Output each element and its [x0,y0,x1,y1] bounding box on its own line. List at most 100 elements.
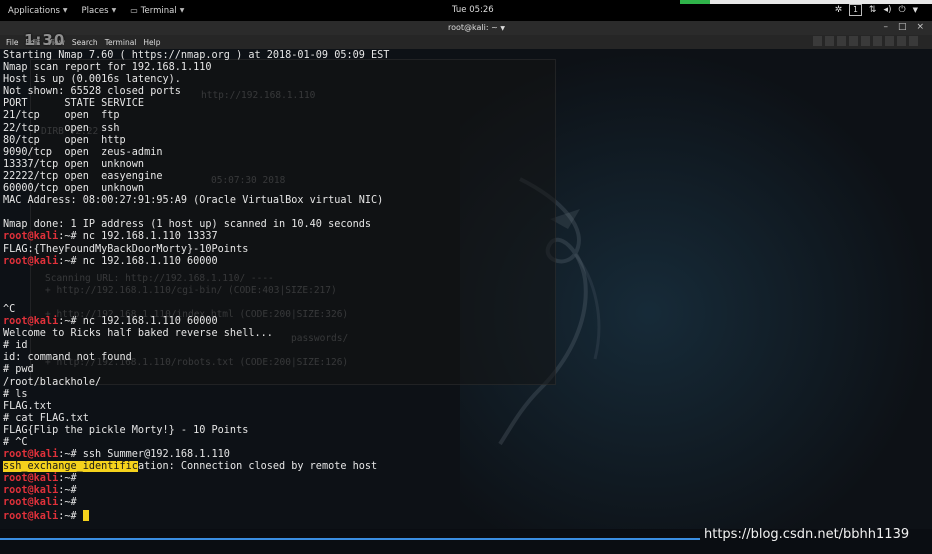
line-text: 21/tcp open ftp [3,110,120,122]
terminal-line: Not shown: 65528 closed ports [3,86,389,98]
video-seek-bar[interactable] [0,538,700,540]
line-text: :~# ssh Summer@192.168.1.110 [58,449,230,461]
terminal-line: # ls [3,389,389,401]
minimize-icon[interactable]: – [883,22,888,32]
line-text: Nmap scan report for 192.168.1.110 [3,62,212,74]
line-text: :~# [58,510,83,522]
terminal-line: root@kali:~# nc 192.168.1.110 60000 [3,256,389,268]
system-tray: ✲ 1 ⇅ ◂) ⏻ ▼ [835,4,918,16]
line-text: # cat FLAG.txt [3,412,89,424]
line-text: ^C [3,303,16,315]
line-text: :~# [58,485,77,497]
line-text: 60000/tcp open unknown [3,183,145,195]
accessibility-icon[interactable]: ✲ [835,5,843,15]
terminal-app-icon: ▭ [130,6,138,15]
volume-icon[interactable]: ◂) [883,5,891,15]
terminal-menu[interactable]: ▭ Terminal ▼ [130,6,184,16]
menu-file[interactable]: File [6,38,19,47]
menu-help[interactable]: Help [143,38,160,47]
line-text: :~# [58,497,77,509]
applications-menu[interactable]: Applications ▼ [8,6,68,16]
window-title: root@kali: ~ ▼ [448,23,505,32]
line-text: # pwd [3,364,34,376]
line-text: :~# nc 192.168.1.110 60000 [58,255,218,267]
terminal-line: MAC Address: 08:00:27:91:95:A9 (Oracle V… [3,195,389,207]
terminal-line: Nmap scan report for 192.168.1.110 [3,62,389,74]
terminal-line: 21/tcp open ftp [3,110,389,122]
workspace-indicator[interactable]: 1 [849,4,862,16]
line-text: FLAG:{TheyFoundMyBackDoorMorty}-10Points [3,243,249,255]
terminal-line: ssh_exchange_identification: Connection … [3,461,389,473]
terminal-line: root@kali:~# nc 192.168.1.110 13337 [3,231,389,243]
selected-text: ssh_exchange_identific [3,461,138,473]
line-text: # id [3,340,28,352]
maximize-icon[interactable]: □ [898,22,907,32]
chevron-down-icon: ▼ [111,7,117,14]
menu-search[interactable]: Search [72,38,98,47]
terminal-menubar: File Edit View Search Terminal Help [0,35,932,49]
terminal-line: PORT STATE SERVICE [3,98,389,110]
terminal-line: ^C [3,304,389,316]
line-text: :~# nc 192.168.1.110 13337 [58,231,218,243]
line-text: Starting Nmap 7.60 ( https://nmap.org ) … [3,50,390,61]
chevron-down-icon[interactable]: ▼ [500,25,505,32]
line-text: Welcome to Ricks half baked reverse shel… [3,328,273,340]
line-text: :~# nc 192.168.1.110 60000 [58,316,218,328]
terminal-label: Terminal [140,5,177,16]
terminal-line: Nmap done: 1 IP address (1 host up) scan… [3,219,389,231]
watermark: https://blog.csdn.net/bbhh1139 [704,527,910,542]
close-icon[interactable]: × [916,22,924,32]
terminal-line: root@kali:~# [3,497,389,509]
terminal-line: Welcome to Ricks half baked reverse shel… [3,328,389,340]
line-text: id: command not found [3,352,132,364]
chevron-down-icon: ▼ [62,7,68,14]
terminal-line: # cat FLAG.txt [3,413,389,425]
line-text: # ^C [3,437,28,448]
line-text: Nmap done: 1 IP address (1 host up) scan… [3,219,372,231]
terminal-line: 22/tcp open ssh [3,123,389,135]
line-text: ation: Connection closed by remote host [137,461,378,473]
chevron-down-icon[interactable]: ▼ [913,6,918,14]
shell-prompt: root@kali [3,316,59,328]
places-menu[interactable]: Places ▼ [82,6,117,16]
window-title-text: root@kali: ~ [448,23,498,32]
window-titlebar: root@kali: ~ ▼ – □ × [0,21,932,35]
terminal-line: 80/tcp open http [3,135,389,147]
line-text: MAC Address: 08:00:27:91:95:A9 (Oracle V… [3,195,384,207]
video-timer-overlay: 1:30 [24,31,66,49]
line-text: 80/tcp open http [3,134,126,146]
terminal-line: 9090/tcp open zeus-admin [3,147,389,159]
terminal-line: root@kali:~# [3,509,389,522]
shell-prompt: root@kali [3,449,59,461]
shell-prompt: root@kali [3,231,59,243]
video-progress-strip [680,0,932,4]
terminal-line: /root/blackhole/ [3,377,389,389]
line-text: /root/blackhole/ [3,376,102,388]
power-icon[interactable]: ⏻ [898,5,905,15]
terminal-line: 13337/tcp open unknown [3,159,389,171]
terminal-view[interactable]: http://192.168.1.110 DIRB v2.22 05:07:30… [0,49,932,529]
line-text: FLAG{Flip the pickle Morty!} - 10 Points [3,424,249,436]
ghost-toolbar [813,36,918,46]
terminal-line: 60000/tcp open unknown [3,183,389,195]
terminal-line: Starting Nmap 7.60 ( https://nmap.org ) … [3,50,389,62]
line-text: Host is up (0.0016s latency). [3,74,181,86]
terminal-line: id: command not found [3,352,389,364]
terminal-line: root@kali:~# ssh Summer@192.168.1.110 [3,449,389,461]
chevron-down-icon: ▼ [179,7,185,14]
terminal-line: # pwd [3,364,389,376]
shell-prompt: root@kali [3,473,59,485]
terminal-line: FLAG:{TheyFoundMyBackDoorMorty}-10Points [3,244,389,256]
terminal-line: root@kali:~# [3,473,389,485]
terminal-line: 22222/tcp open easyengine [3,171,389,183]
menu-terminal[interactable]: Terminal [105,38,137,47]
line-text: :~# [58,473,77,485]
clock[interactable]: Tue 05:26 [452,5,494,15]
network-icon[interactable]: ⇅ [869,5,877,15]
terminal-line: Host is up (0.0016s latency). [3,74,389,86]
line-text: # ls [3,388,28,400]
